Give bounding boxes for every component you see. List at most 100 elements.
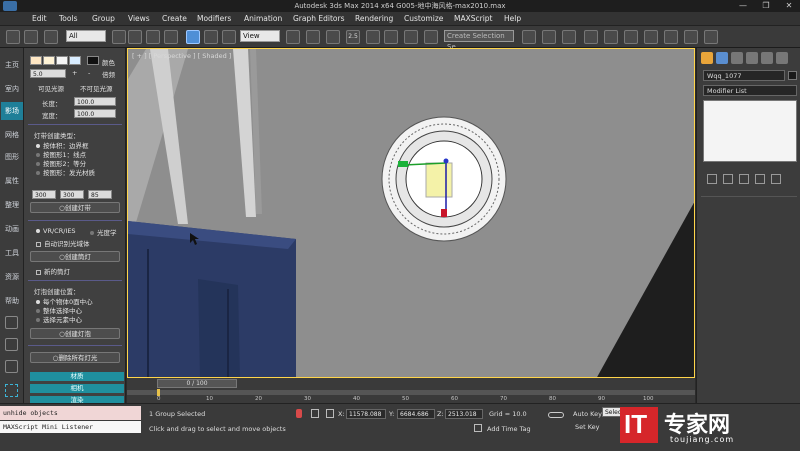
photometric-radio[interactable]: 光度学 (90, 227, 117, 237)
auto-key-button[interactable]: Auto Key (573, 410, 602, 418)
show-end-result-icon[interactable] (723, 174, 733, 184)
edit-named-selection-icon[interactable] (404, 30, 418, 44)
create-bulb-button[interactable]: ○创建灯泡 (30, 328, 120, 339)
add-time-tag[interactable]: Add Time Tag (487, 425, 531, 433)
rendered-frame-window-icon[interactable] (664, 30, 678, 44)
menu-rendering[interactable]: Rendering (355, 14, 393, 23)
undo-icon[interactable] (6, 30, 20, 44)
create-tab-icon[interactable] (701, 52, 713, 64)
tab-resources[interactable]: 资源 (1, 268, 23, 286)
color-swatch-white[interactable] (56, 56, 68, 65)
keyboard-shortcut-icon[interactable] (326, 30, 340, 44)
select-and-move-icon[interactable] (186, 30, 200, 44)
select-by-name-icon[interactable] (128, 30, 142, 44)
remove-modifier-icon[interactable] (755, 174, 765, 184)
x-coordinate-field[interactable]: 11578.088 (346, 409, 386, 419)
tab-organize[interactable]: 整理 (1, 196, 23, 214)
material-editor-icon[interactable] (624, 30, 638, 44)
modifier-list-dropdown[interactable]: Modifier List (703, 85, 797, 96)
menu-help[interactable]: Help (504, 14, 521, 23)
render-iterative-icon[interactable] (704, 30, 718, 44)
strip-option-material[interactable]: 按图形：发光材质 (36, 167, 95, 177)
selection-lock-icon[interactable] (311, 409, 319, 418)
menu-group[interactable]: Group (92, 14, 115, 23)
create-downlight-button[interactable]: ○创建筒灯 (30, 251, 120, 262)
invisible-light-button[interactable]: 不可见光源 (80, 83, 113, 93)
strip-param-2[interactable]: 300 (60, 190, 84, 199)
rollout-materials[interactable]: 材质 (30, 372, 124, 381)
select-object-icon[interactable] (112, 30, 126, 44)
pivot-center-icon[interactable] (286, 30, 300, 44)
make-unique-icon[interactable] (739, 174, 749, 184)
visible-light-button[interactable]: 可见光源 (38, 83, 64, 93)
configure-sets-icon[interactable] (771, 174, 781, 184)
time-tag-icon[interactable] (474, 424, 482, 432)
track-bar[interactable] (127, 390, 695, 395)
percent-snap-icon[interactable] (366, 30, 380, 44)
tab-tools[interactable]: 工具 (1, 244, 23, 262)
maxscript-listener[interactable]: MAXScript Mini Listener (0, 421, 141, 433)
time-marker[interactable] (157, 389, 160, 396)
minimize-button[interactable]: — (732, 0, 754, 11)
tab-shapes[interactable]: 图形 (1, 148, 23, 166)
window-crossing-icon[interactable] (164, 30, 178, 44)
strip-param-3[interactable]: 85 (88, 190, 112, 199)
perspective-viewport[interactable]: [ + ] [ Perspective ] [ Shaded ] (127, 48, 695, 378)
tab-mesh[interactable]: 网格 (1, 126, 23, 144)
set-key-button[interactable]: Set Key (575, 423, 600, 431)
select-manipulate-icon[interactable] (306, 30, 320, 44)
region-select-icon[interactable] (5, 384, 18, 397)
display-tab-icon[interactable] (761, 52, 773, 64)
object-color-swatch[interactable] (788, 71, 797, 80)
bulb-option-element-center[interactable]: 选择元素中心 (36, 314, 82, 324)
auto-ies-checkbox[interactable]: 自动识别光域体 (36, 238, 90, 248)
color-swatch-cream[interactable] (43, 56, 55, 65)
menu-tools[interactable]: Tools (59, 14, 77, 23)
scene-icon[interactable] (5, 360, 18, 373)
schematic-view-icon[interactable] (604, 30, 618, 44)
refresh-icon[interactable] (5, 338, 18, 351)
rollout-cameras[interactable]: 相机 (30, 384, 124, 393)
object-name-field[interactable]: Wqq_1077 (703, 70, 785, 81)
rollout-render[interactable]: 渲染 (30, 396, 124, 404)
settings-icon[interactable] (5, 316, 18, 329)
menu-views[interactable]: Views (128, 14, 150, 23)
color-swatch-warm[interactable] (30, 56, 42, 65)
tab-animation[interactable]: 动画 (1, 220, 23, 238)
curve-editor-icon[interactable] (584, 30, 598, 44)
menu-maxscript[interactable]: MAXScript (454, 14, 493, 23)
gizmo-y-handle[interactable] (398, 161, 408, 167)
z-coordinate-field[interactable]: 2513.018 (445, 409, 483, 419)
hierarchy-tab-icon[interactable] (731, 52, 743, 64)
menu-animation[interactable]: Animation (244, 14, 282, 23)
modify-tab-icon[interactable] (716, 52, 728, 64)
menu-create[interactable]: Create (162, 14, 187, 23)
tab-help[interactable]: 帮助 (1, 292, 23, 310)
menu-customize[interactable]: Customize (404, 14, 443, 23)
select-and-rotate-icon[interactable] (204, 30, 218, 44)
pin-stack-icon[interactable] (707, 174, 717, 184)
spinner-snap-icon[interactable] (384, 30, 398, 44)
angle-snap-toggle[interactable]: 2.5 (346, 30, 360, 44)
render-production-icon[interactable] (684, 30, 698, 44)
redo-icon[interactable] (24, 30, 38, 44)
gizmo-x-handle[interactable] (441, 209, 447, 217)
tab-lighting[interactable]: 影场 (1, 102, 23, 120)
color-swatch-cool[interactable] (69, 56, 81, 65)
utilities-tab-icon[interactable] (776, 52, 788, 64)
menu-modifiers[interactable]: Modifiers (197, 14, 231, 23)
tab-properties[interactable]: 属性 (1, 172, 23, 190)
selection-filter-dropdown[interactable]: All (66, 30, 106, 42)
select-and-scale-icon[interactable] (222, 30, 236, 44)
align-icon[interactable] (522, 30, 536, 44)
color-picker-swatch[interactable] (87, 56, 99, 65)
close-button[interactable]: ✕ (778, 0, 800, 11)
key-icon[interactable] (548, 412, 564, 418)
tab-interior[interactable]: 室内 (1, 80, 23, 98)
maxscript-output[interactable]: unhide objects (0, 406, 141, 420)
time-slider[interactable]: 0 / 100 (157, 379, 237, 388)
new-downlight-checkbox[interactable]: 新的筒灯 (36, 266, 70, 276)
intensity-field[interactable]: 5.0 (30, 69, 66, 78)
y-coordinate-field[interactable]: 6684.686 (397, 409, 435, 419)
restore-button[interactable]: ❐ (755, 0, 777, 11)
